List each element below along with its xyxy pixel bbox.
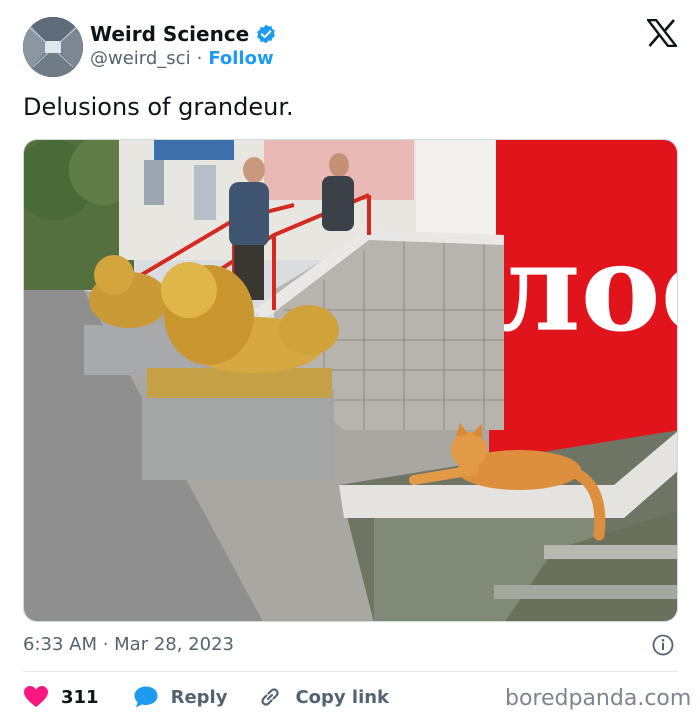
- copy-link-button[interactable]: Copy link: [257, 685, 389, 709]
- tunnel-avatar-image: [23, 17, 83, 77]
- reply-button[interactable]: Reply: [133, 685, 228, 709]
- tweet-photo[interactable]: лое: [23, 139, 678, 622]
- info-icon[interactable]: [652, 634, 674, 656]
- like-count: 311: [61, 686, 99, 708]
- watermark: boredpanda.com: [505, 686, 692, 711]
- reply-bubble-icon: [134, 686, 158, 708]
- tweet-actions: 311 Reply Copy link: [23, 683, 389, 711]
- heart-icon: [24, 686, 48, 707]
- avatar[interactable]: [23, 17, 83, 77]
- link-icon: [261, 688, 280, 706]
- sign-text: лое: [496, 218, 678, 359]
- cat-on-stairs-photo: лое: [24, 140, 678, 621]
- reply-label: Reply: [170, 686, 228, 708]
- follow-button[interactable]: Follow: [208, 48, 273, 69]
- divider: [23, 671, 678, 672]
- author-display-name[interactable]: Weird Science: [90, 22, 249, 46]
- tweet-timestamp[interactable]: 6:33 AM · Mar 28, 2023: [23, 634, 234, 655]
- x-logo-icon[interactable]: [647, 19, 677, 47]
- like-button[interactable]: 311: [23, 685, 99, 709]
- copy-link-label: Copy link: [295, 686, 390, 708]
- tweet-text: Delusions of grandeur.: [23, 93, 294, 121]
- verified-badge-icon: [257, 24, 276, 44]
- author-handle[interactable]: @weird_sci: [90, 48, 191, 69]
- separator-dot: ·: [196, 48, 203, 69]
